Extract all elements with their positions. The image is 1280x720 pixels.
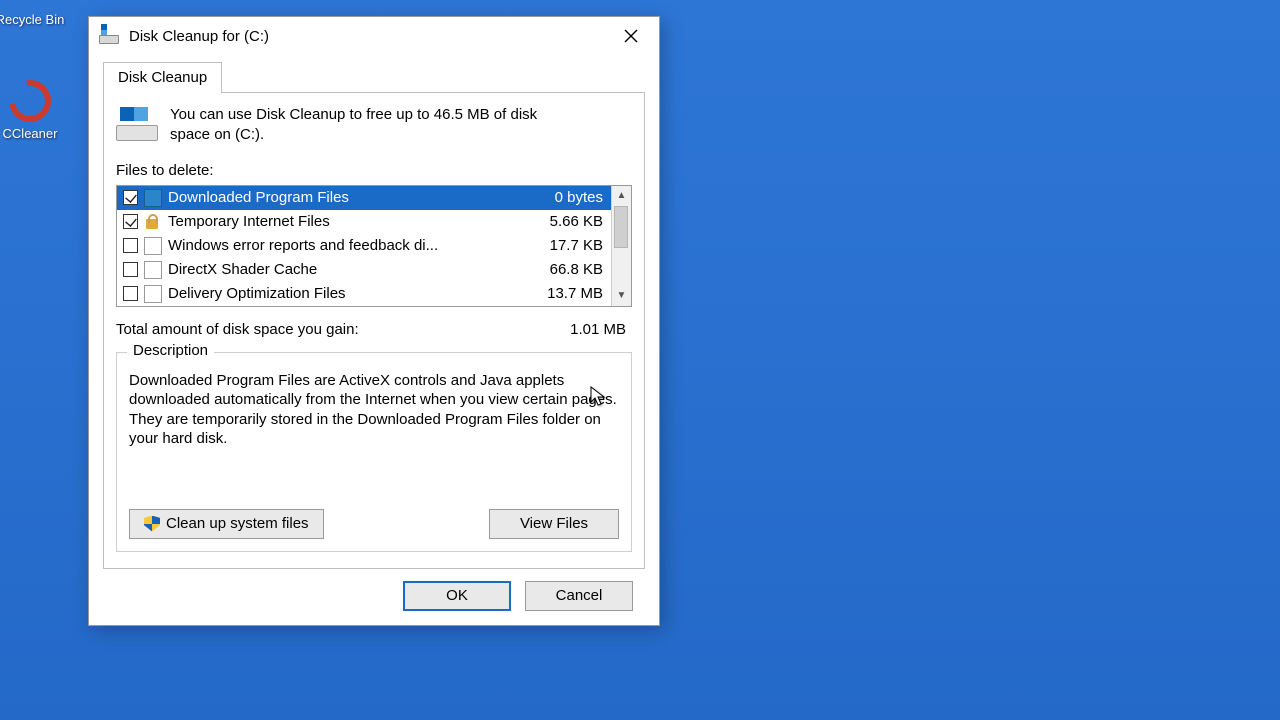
file-icon [144,237,162,255]
button-label: Clean up system files [166,515,309,532]
description-legend: Description [127,342,214,359]
cancel-button[interactable]: Cancel [525,581,633,611]
tab-disk-cleanup[interactable]: Disk Cleanup [103,62,222,93]
lock-icon [144,213,162,231]
file-list-row[interactable]: Delivery Optimization Files13.7 MB [117,282,611,306]
file-checkbox[interactable] [123,214,138,229]
drive-icon [99,28,119,44]
recycle-bin-icon [6,0,54,8]
desktop-icon-ccleaner[interactable]: CCleaner [0,80,70,141]
button-label: View Files [520,515,588,532]
window-title: Disk Cleanup for (C:) [129,28,609,45]
uac-shield-icon [144,516,160,532]
button-label: OK [446,587,468,604]
file-name: Windows error reports and feedback di... [168,237,523,254]
clean-system-files-button[interactable]: Clean up system files [129,509,324,539]
file-list-row[interactable]: DirectX Shader Cache66.8 KB [117,258,611,282]
file-list-row[interactable]: Temporary Internet Files5.66 KB [117,210,611,234]
file-list-row[interactable]: Windows error reports and feedback di...… [117,234,611,258]
file-size: 5.66 KB [523,213,603,230]
desktop-icon-label: Recycle Bin [0,12,70,27]
file-icon [144,261,162,279]
tab-panel: You can use Disk Cleanup to free up to 4… [103,92,645,569]
desktop-icon-recycle-bin[interactable]: Recycle Bin [0,0,70,27]
close-icon [624,29,638,43]
total-label: Total amount of disk space you gain: [116,321,359,338]
file-size: 0 bytes [523,189,603,206]
file-icon [144,285,162,303]
file-size: 17.7 KB [523,237,603,254]
disk-cleanup-icon [116,107,158,141]
ok-button[interactable]: OK [403,581,511,611]
scroll-track[interactable] [612,206,631,286]
view-files-button[interactable]: View Files [489,509,619,539]
file-name: Temporary Internet Files [168,213,523,230]
scroll-down-button[interactable]: ▼ [612,286,631,306]
desktop-icon-label: CCleaner [0,126,70,141]
total-value: 1.01 MB [570,321,626,338]
button-label: Cancel [556,587,603,604]
file-name: Downloaded Program Files [168,189,523,206]
file-size: 13.7 MB [523,285,603,302]
file-size: 66.8 KB [523,261,603,278]
scroll-up-button[interactable]: ▲ [612,186,631,206]
file-checkbox[interactable] [123,262,138,277]
file-checkbox[interactable] [123,238,138,253]
titlebar[interactable]: Disk Cleanup for (C:) [89,17,659,55]
folder-blue-icon [144,189,162,207]
file-name: Delivery Optimization Files [168,285,523,302]
ccleaner-icon [1,72,59,130]
file-list: Downloaded Program Files0 bytesTemporary… [116,185,632,307]
scroll-thumb[interactable] [614,206,628,248]
intro-text: You can use Disk Cleanup to free up to 4… [170,105,580,146]
description-group: Description Downloaded Program Files are… [116,352,632,552]
file-name: DirectX Shader Cache [168,261,523,278]
files-to-delete-label: Files to delete: [116,162,632,179]
file-checkbox[interactable] [123,190,138,205]
close-button[interactable] [609,21,653,51]
description-text: Downloaded Program Files are ActiveX con… [129,371,619,449]
disk-cleanup-dialog: Disk Cleanup for (C:) Disk Cleanup You c… [88,16,660,626]
file-checkbox[interactable] [123,286,138,301]
file-list-row[interactable]: Downloaded Program Files0 bytes [117,186,611,210]
scrollbar-vertical[interactable]: ▲ ▼ [611,186,631,306]
